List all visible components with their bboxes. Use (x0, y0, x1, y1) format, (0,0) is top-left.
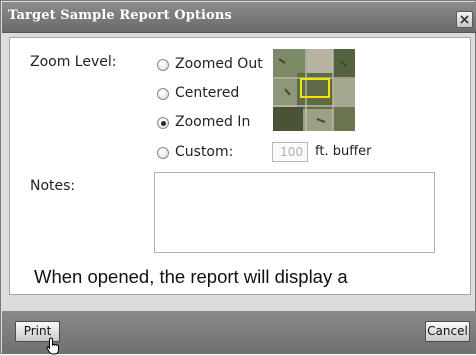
zoom-level-label: Zoom Level: (30, 54, 117, 70)
cancel-button[interactable]: Cancel (425, 321, 470, 342)
notes-textarea[interactable] (154, 172, 435, 253)
buffer-distance-input[interactable] (272, 142, 308, 162)
close-icon (460, 15, 469, 24)
buffer-unit-label: ft. buffer (315, 144, 372, 159)
radio-zoomed-in-label[interactable]: Zoomed In (175, 114, 250, 130)
report-options-dialog: Target Sample Report Options Zoom Level:… (0, 0, 476, 355)
map-preview-image (273, 49, 355, 131)
dialog-titlebar[interactable]: Target Sample Report Options (2, 2, 476, 33)
report-info-text: When opened, the report will display a (34, 266, 348, 287)
notes-label: Notes: (30, 178, 76, 194)
radio-centered-label[interactable]: Centered (175, 85, 239, 101)
radio-zoomed-in-button[interactable] (157, 117, 169, 129)
dialog-footer (2, 311, 476, 354)
dialog-content: Zoom Level: Zoomed Out Centered Zoomed I… (9, 37, 471, 295)
dialog-title: Target Sample Report Options (8, 8, 232, 23)
hand-cursor-icon (46, 337, 59, 355)
radio-custom-label[interactable]: Custom: (175, 144, 233, 160)
radio-centered-button[interactable] (157, 88, 169, 100)
radio-zoomed-out-button[interactable] (157, 59, 169, 71)
close-button[interactable] (456, 11, 473, 28)
aerial-map-icon (273, 49, 355, 131)
radio-zoomed-out-label[interactable]: Zoomed Out (175, 56, 263, 72)
radio-custom-button[interactable] (157, 147, 169, 159)
